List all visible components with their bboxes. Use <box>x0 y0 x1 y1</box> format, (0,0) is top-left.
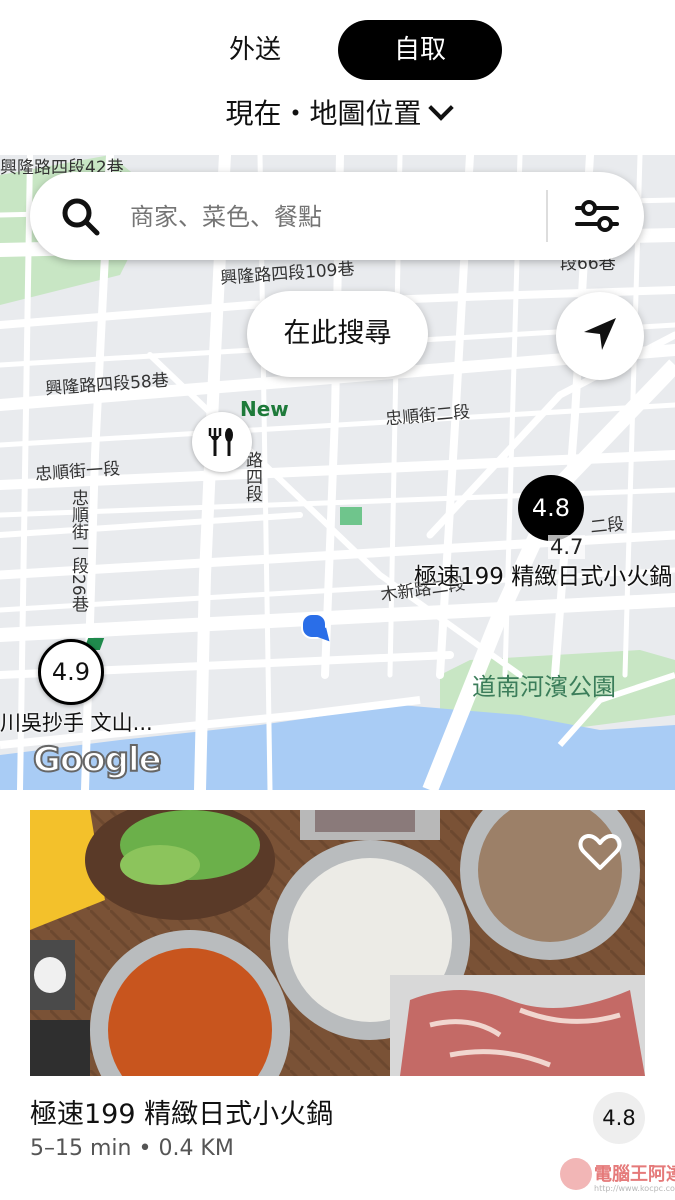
road-label: 忠順街一段26巷 <box>68 489 88 613</box>
park-label: 道南河濱公園 <box>472 673 616 701</box>
store-image[interactable] <box>30 810 645 1076</box>
watermark-text: 電腦王阿達 <box>594 1164 675 1185</box>
tab-pickup[interactable]: 自取 <box>338 20 502 80</box>
watermark-url: http://www.kocpc.com.tw <box>594 1184 675 1193</box>
mode-tabs: 外送 自取 <box>0 20 675 82</box>
filter-icon[interactable] <box>575 194 619 238</box>
fork-knife-icon <box>208 428 233 456</box>
search-icon <box>62 198 100 236</box>
search-input[interactable] <box>128 172 532 262</box>
tab-delivery[interactable]: 外送 <box>200 20 310 80</box>
distance-text: 0.4 KM <box>158 1136 234 1161</box>
map-poi <box>340 507 362 525</box>
watermark-logo: 電腦王阿達 http://www.kocpc.com.tw <box>560 1156 675 1196</box>
chevron-down-icon <box>427 95 454 121</box>
store-meta: 5–15 min • 0.4 KM <box>30 1136 234 1161</box>
search-divider <box>546 190 548 242</box>
map-view[interactable]: 興隆路四段42巷 興隆路四段109巷 興隆路四段58巷 忠順街二段 忠順街一段 … <box>0 155 675 790</box>
rating-badge: 4.8 <box>593 1092 645 1144</box>
restaurant-pin[interactable] <box>192 412 252 472</box>
map-store-label: 極速199 精緻日式小火鍋 <box>414 564 673 590</box>
google-attribution: Google <box>32 739 163 781</box>
store-rating-pin[interactable]: 4.7 <box>548 535 586 559</box>
navigation-arrow-icon <box>584 318 616 350</box>
new-badge: New <box>240 397 289 421</box>
location-label: 現在・地圖位置 <box>225 97 422 130</box>
hotpot-photo <box>30 810 645 1076</box>
favorite-heart-icon[interactable] <box>578 832 622 872</box>
search-bar <box>30 172 644 262</box>
search-here-button[interactable]: 在此搜尋 <box>247 291 428 377</box>
store-rating-pin[interactable]: 4.8 <box>518 475 584 541</box>
store-name[interactable]: 極速199 精緻日式小火鍋 <box>30 1092 333 1131</box>
location-selector[interactable]: 現在・地圖位置 <box>0 92 675 132</box>
store-rating-pin[interactable]: 4.9 <box>38 639 104 705</box>
map-store-label: 川吳抄手 文山... <box>0 711 153 735</box>
mascot-icon <box>560 1158 592 1190</box>
eta-text: 5–15 min <box>30 1136 132 1161</box>
road-label: 二段 <box>589 514 626 538</box>
locate-me-button[interactable] <box>556 292 644 380</box>
